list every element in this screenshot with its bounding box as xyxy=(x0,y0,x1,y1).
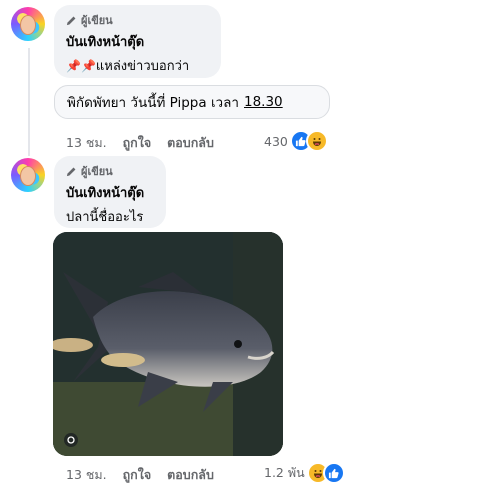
avatar[interactable] xyxy=(11,158,45,192)
reaction-count: 1.2 พัน xyxy=(264,465,305,480)
comment-bubble: ผู้เขียน บันเทิงหน้าตุ๊ด ปลานี้ชื่ออะไร xyxy=(54,156,166,228)
author-badge: ผู้เขียน xyxy=(66,164,154,178)
reaction-summary[interactable]: 1.2 พัน xyxy=(264,462,345,484)
attachment-time: 18.30 xyxy=(244,94,283,110)
avatar[interactable] xyxy=(11,7,45,41)
like-button[interactable]: ถูกใจ xyxy=(123,465,152,485)
like-button[interactable]: ถูกใจ xyxy=(123,133,152,153)
reaction-count: 430 xyxy=(264,133,288,149)
like-icon xyxy=(322,462,345,484)
pushpin-icon: 📌📌 xyxy=(66,59,96,73)
comment-timestamp[interactable]: 13 ชม. xyxy=(66,133,107,153)
pencil-icon xyxy=(66,167,76,176)
reply-button[interactable]: ตอบกลับ xyxy=(167,465,214,485)
comment-text-body: แหล่งข่าวบอกว่า xyxy=(95,59,190,74)
comment-photo[interactable] xyxy=(53,232,283,456)
reaction-summary[interactable]: 430 xyxy=(264,130,328,152)
comment-actions: 13 ชม. ถูกใจ ตอบกลับ xyxy=(66,133,214,153)
comment-bubble: ผู้เขียน บันเทิงหน้าตุ๊ด 📌📌แหล่งข่าวบอกว… xyxy=(54,5,221,78)
reply-button[interactable]: ตอบกลับ xyxy=(167,133,214,153)
author-badge-label: ผู้เขียน xyxy=(81,14,113,27)
comment-author-name[interactable]: บันเทิงหน้าตุ๊ด xyxy=(66,182,154,203)
attachment-card[interactable]: พิกัดพัทยา วันนี้ที่ Pippa เวลา 18.30 xyxy=(54,85,330,119)
comment-text: 📌📌แหล่งข่าวบอกว่า xyxy=(66,55,209,76)
pencil-icon xyxy=(66,16,76,25)
comment-author-name[interactable]: บันเทิงหน้าตุ๊ด xyxy=(66,31,209,52)
author-badge: ผู้เขียน xyxy=(66,13,209,27)
comment-timestamp[interactable]: 13 ชม. xyxy=(66,465,107,485)
comment-text: ปลานี้ชื่ออะไร xyxy=(66,210,144,225)
thread-line xyxy=(28,48,30,156)
fish-illustration xyxy=(53,232,283,456)
haha-icon xyxy=(305,130,328,152)
comment-actions: 13 ชม. ถูกใจ ตอบกลับ xyxy=(66,465,214,485)
author-badge-label: ผู้เขียน xyxy=(81,165,113,178)
attachment-text: พิกัดพัทยา วันนี้ที่ Pippa เวลา xyxy=(67,95,239,111)
